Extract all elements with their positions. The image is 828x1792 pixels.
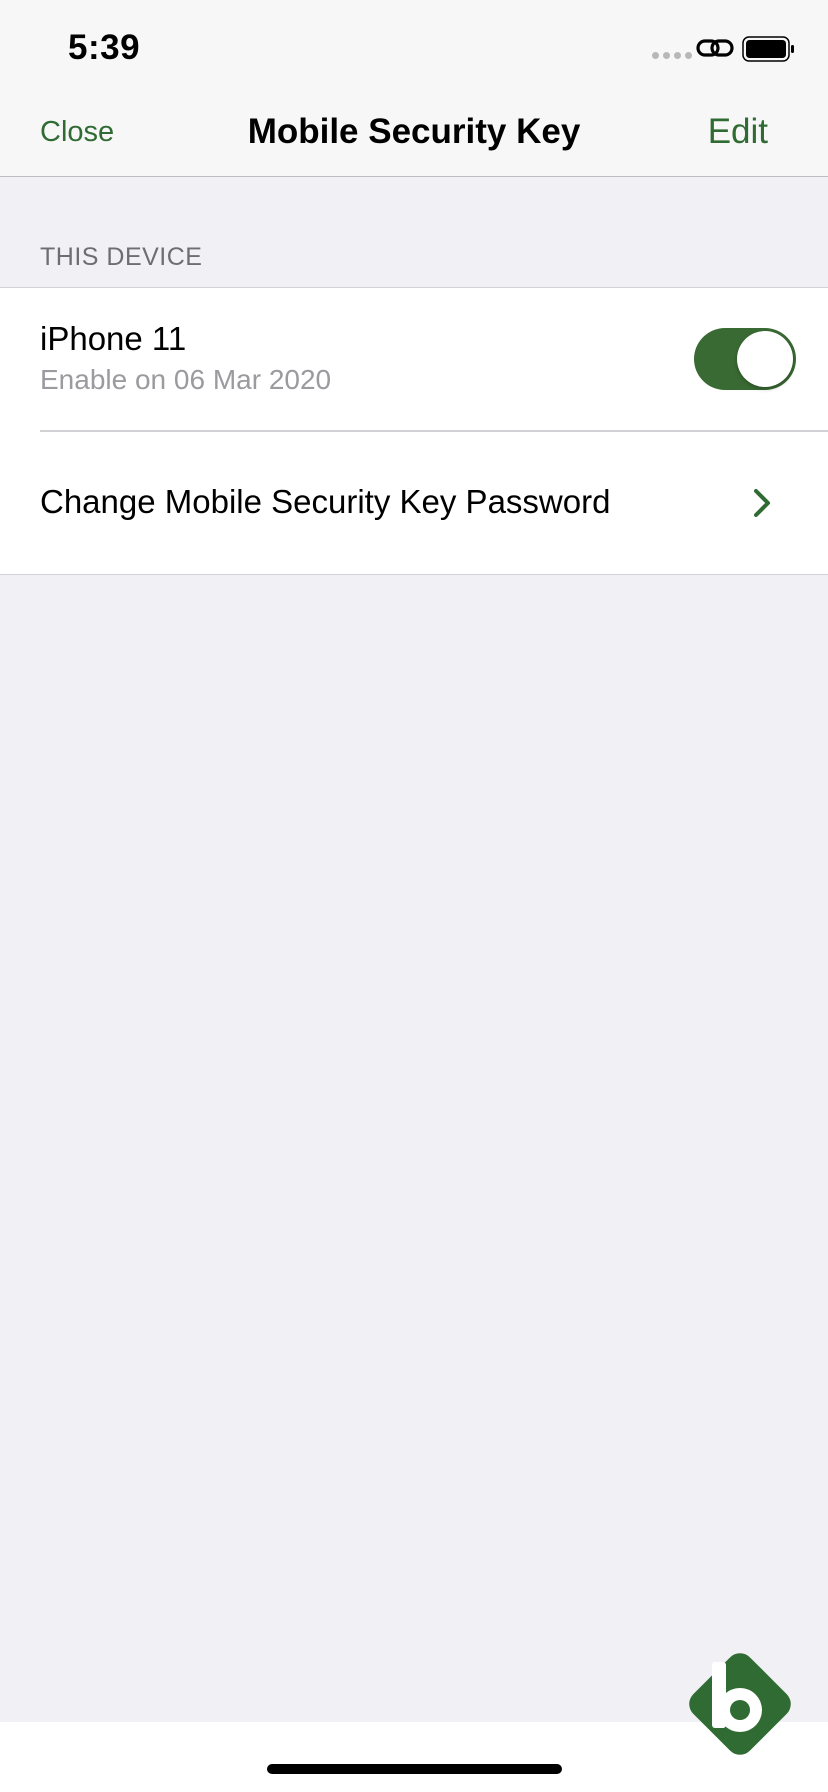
- status-bar: 5:39: [0, 0, 828, 96]
- signal-dots-icon: [652, 52, 692, 59]
- device-name: iPhone 11: [40, 320, 187, 357]
- change-password-label: Change Mobile Security Key Password: [40, 483, 611, 520]
- toggle-knob: [737, 331, 793, 387]
- section-header: THIS DEVICE: [40, 243, 203, 271]
- change-password-row[interactable]: Change Mobile Security Key Password: [0, 431, 828, 574]
- device-enabled-date: Enable on 06 Mar 2020: [40, 364, 332, 395]
- home-indicator[interactable]: [267, 1764, 562, 1774]
- page-title: Mobile Security Key: [247, 112, 581, 151]
- brand-logo-icon[interactable]: [680, 1644, 800, 1764]
- chevron-right-icon: [754, 489, 770, 517]
- link-icon: [696, 39, 734, 57]
- edit-button[interactable]: Edit: [708, 112, 768, 152]
- device-row: iPhone 11 Enable on 06 Mar 2020: [0, 288, 828, 431]
- settings-list: iPhone 11 Enable on 06 Mar 2020 Change M…: [0, 287, 828, 575]
- device-enable-toggle[interactable]: [694, 328, 796, 390]
- battery-icon: [742, 36, 794, 62]
- nav-bar: Close Mobile Security Key Edit: [0, 96, 828, 177]
- status-time: 5:39: [68, 28, 141, 67]
